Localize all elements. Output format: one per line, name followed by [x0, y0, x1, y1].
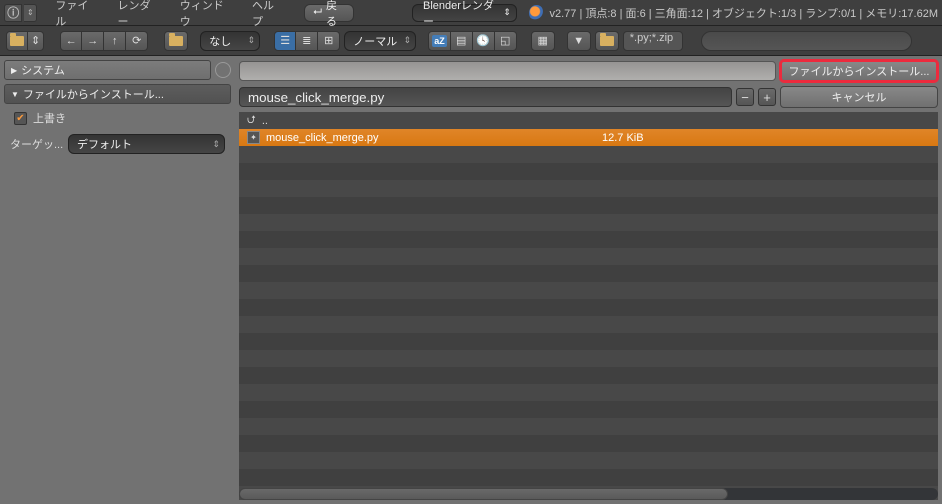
- sort-size-icon[interactable]: ◱: [495, 31, 517, 51]
- filter-folder-icon[interactable]: [595, 31, 619, 51]
- filebrowser-icon[interactable]: [6, 31, 28, 51]
- disclosure-down-icon: ▼: [11, 90, 19, 99]
- menu-help[interactable]: ヘルプ: [242, 0, 292, 29]
- parent-label: ..: [262, 115, 268, 127]
- menu-file[interactable]: ファイル: [45, 0, 105, 29]
- view-mode-group: ☰ ≣ ⊞: [274, 31, 340, 51]
- sidebar: ▶ システム ▼ ファイルからインストール... ✔ 上書き ターゲッ... デ…: [0, 56, 235, 504]
- refresh-system-icon[interactable]: [215, 62, 231, 78]
- scene-stats: v2.77 | 頂点:8 | 面:6 | 三角面:12 | オブジェクト:1/3…: [550, 5, 938, 21]
- python-file-icon: ✦: [247, 131, 260, 144]
- nav-back-icon[interactable]: ←: [60, 31, 82, 51]
- new-folder-button[interactable]: [164, 31, 188, 51]
- show-hidden-icon[interactable]: ▦: [531, 31, 555, 51]
- view-list-long-icon[interactable]: ≣: [296, 31, 318, 51]
- nav-up-icon[interactable]: ↑: [104, 31, 126, 51]
- nav-refresh-icon[interactable]: ⟳: [126, 31, 148, 51]
- overwrite-checkbox[interactable]: ✔: [14, 112, 27, 125]
- render-engine-dropdown[interactable]: Blenderレンダー: [412, 4, 517, 22]
- file-list: ⮍ .. ✦ mouse_click_merge.py 12.7 KiB: [239, 112, 938, 500]
- nav-forward-icon[interactable]: →: [82, 31, 104, 51]
- up-arrow-icon: ⮍: [247, 112, 256, 130]
- path-input[interactable]: [239, 61, 776, 81]
- editor-dropdown-icon[interactable]: ⇕: [28, 31, 44, 51]
- file-size: 12.7 KiB: [602, 132, 644, 144]
- back-button[interactable]: ⮠戻る: [304, 4, 354, 22]
- horizontal-scrollbar[interactable]: [239, 488, 938, 500]
- sort-ext-icon[interactable]: ▤: [451, 31, 473, 51]
- scrollbar-thumb[interactable]: [239, 488, 728, 500]
- install-button[interactable]: ファイルからインストール...: [780, 60, 938, 82]
- sort-dropdown[interactable]: なし: [200, 31, 260, 51]
- view-list-short-icon[interactable]: ☰: [274, 31, 296, 51]
- back-label: 戻る: [326, 0, 345, 29]
- filename-plus-button[interactable]: +: [758, 88, 776, 106]
- editor-type-group: ⇕: [6, 31, 44, 51]
- parent-dir-row[interactable]: ⮍ ..: [239, 112, 938, 129]
- overwrite-label: 上書き: [33, 110, 66, 126]
- filter-glob: *.py;*.zip: [623, 31, 683, 51]
- display-size-dropdown[interactable]: ノーマル: [344, 31, 416, 51]
- disclosure-right-icon: ▶: [11, 66, 17, 75]
- menu-window[interactable]: ウィンドウ: [170, 0, 240, 29]
- panel-install-label: ファイルからインストール...: [23, 86, 164, 102]
- cancel-button[interactable]: キャンセル: [780, 86, 938, 108]
- target-label: ターゲッ...: [10, 136, 64, 152]
- panel-system[interactable]: ▶ システム: [4, 60, 211, 80]
- sort-type-group: aZ ▤ 🕓 ◱: [428, 31, 517, 51]
- file-row[interactable]: ✦ mouse_click_merge.py 12.7 KiB: [239, 129, 938, 146]
- filter-toggle-icon[interactable]: ▼: [567, 31, 591, 51]
- panel-system-label: システム: [21, 62, 65, 78]
- info-icon[interactable]: ⓘ: [4, 4, 22, 22]
- menu-render[interactable]: レンダー: [108, 0, 168, 29]
- sort-alpha-icon[interactable]: aZ: [428, 31, 451, 51]
- blender-logo-icon: [529, 5, 544, 21]
- file-name: mouse_click_merge.py: [266, 132, 596, 144]
- nav-group: ← → ↑ ⟳: [60, 31, 148, 51]
- editor-type-dropdown[interactable]: ⇕: [24, 4, 37, 22]
- panel-install[interactable]: ▼ ファイルからインストール...: [4, 84, 231, 104]
- target-dropdown[interactable]: デフォルト: [68, 134, 225, 154]
- view-thumbnail-icon[interactable]: ⊞: [318, 31, 340, 51]
- search-input[interactable]: [701, 31, 912, 51]
- filename-input[interactable]: [239, 87, 732, 107]
- sort-time-icon[interactable]: 🕓: [473, 31, 495, 51]
- filename-minus-button[interactable]: −: [736, 88, 754, 106]
